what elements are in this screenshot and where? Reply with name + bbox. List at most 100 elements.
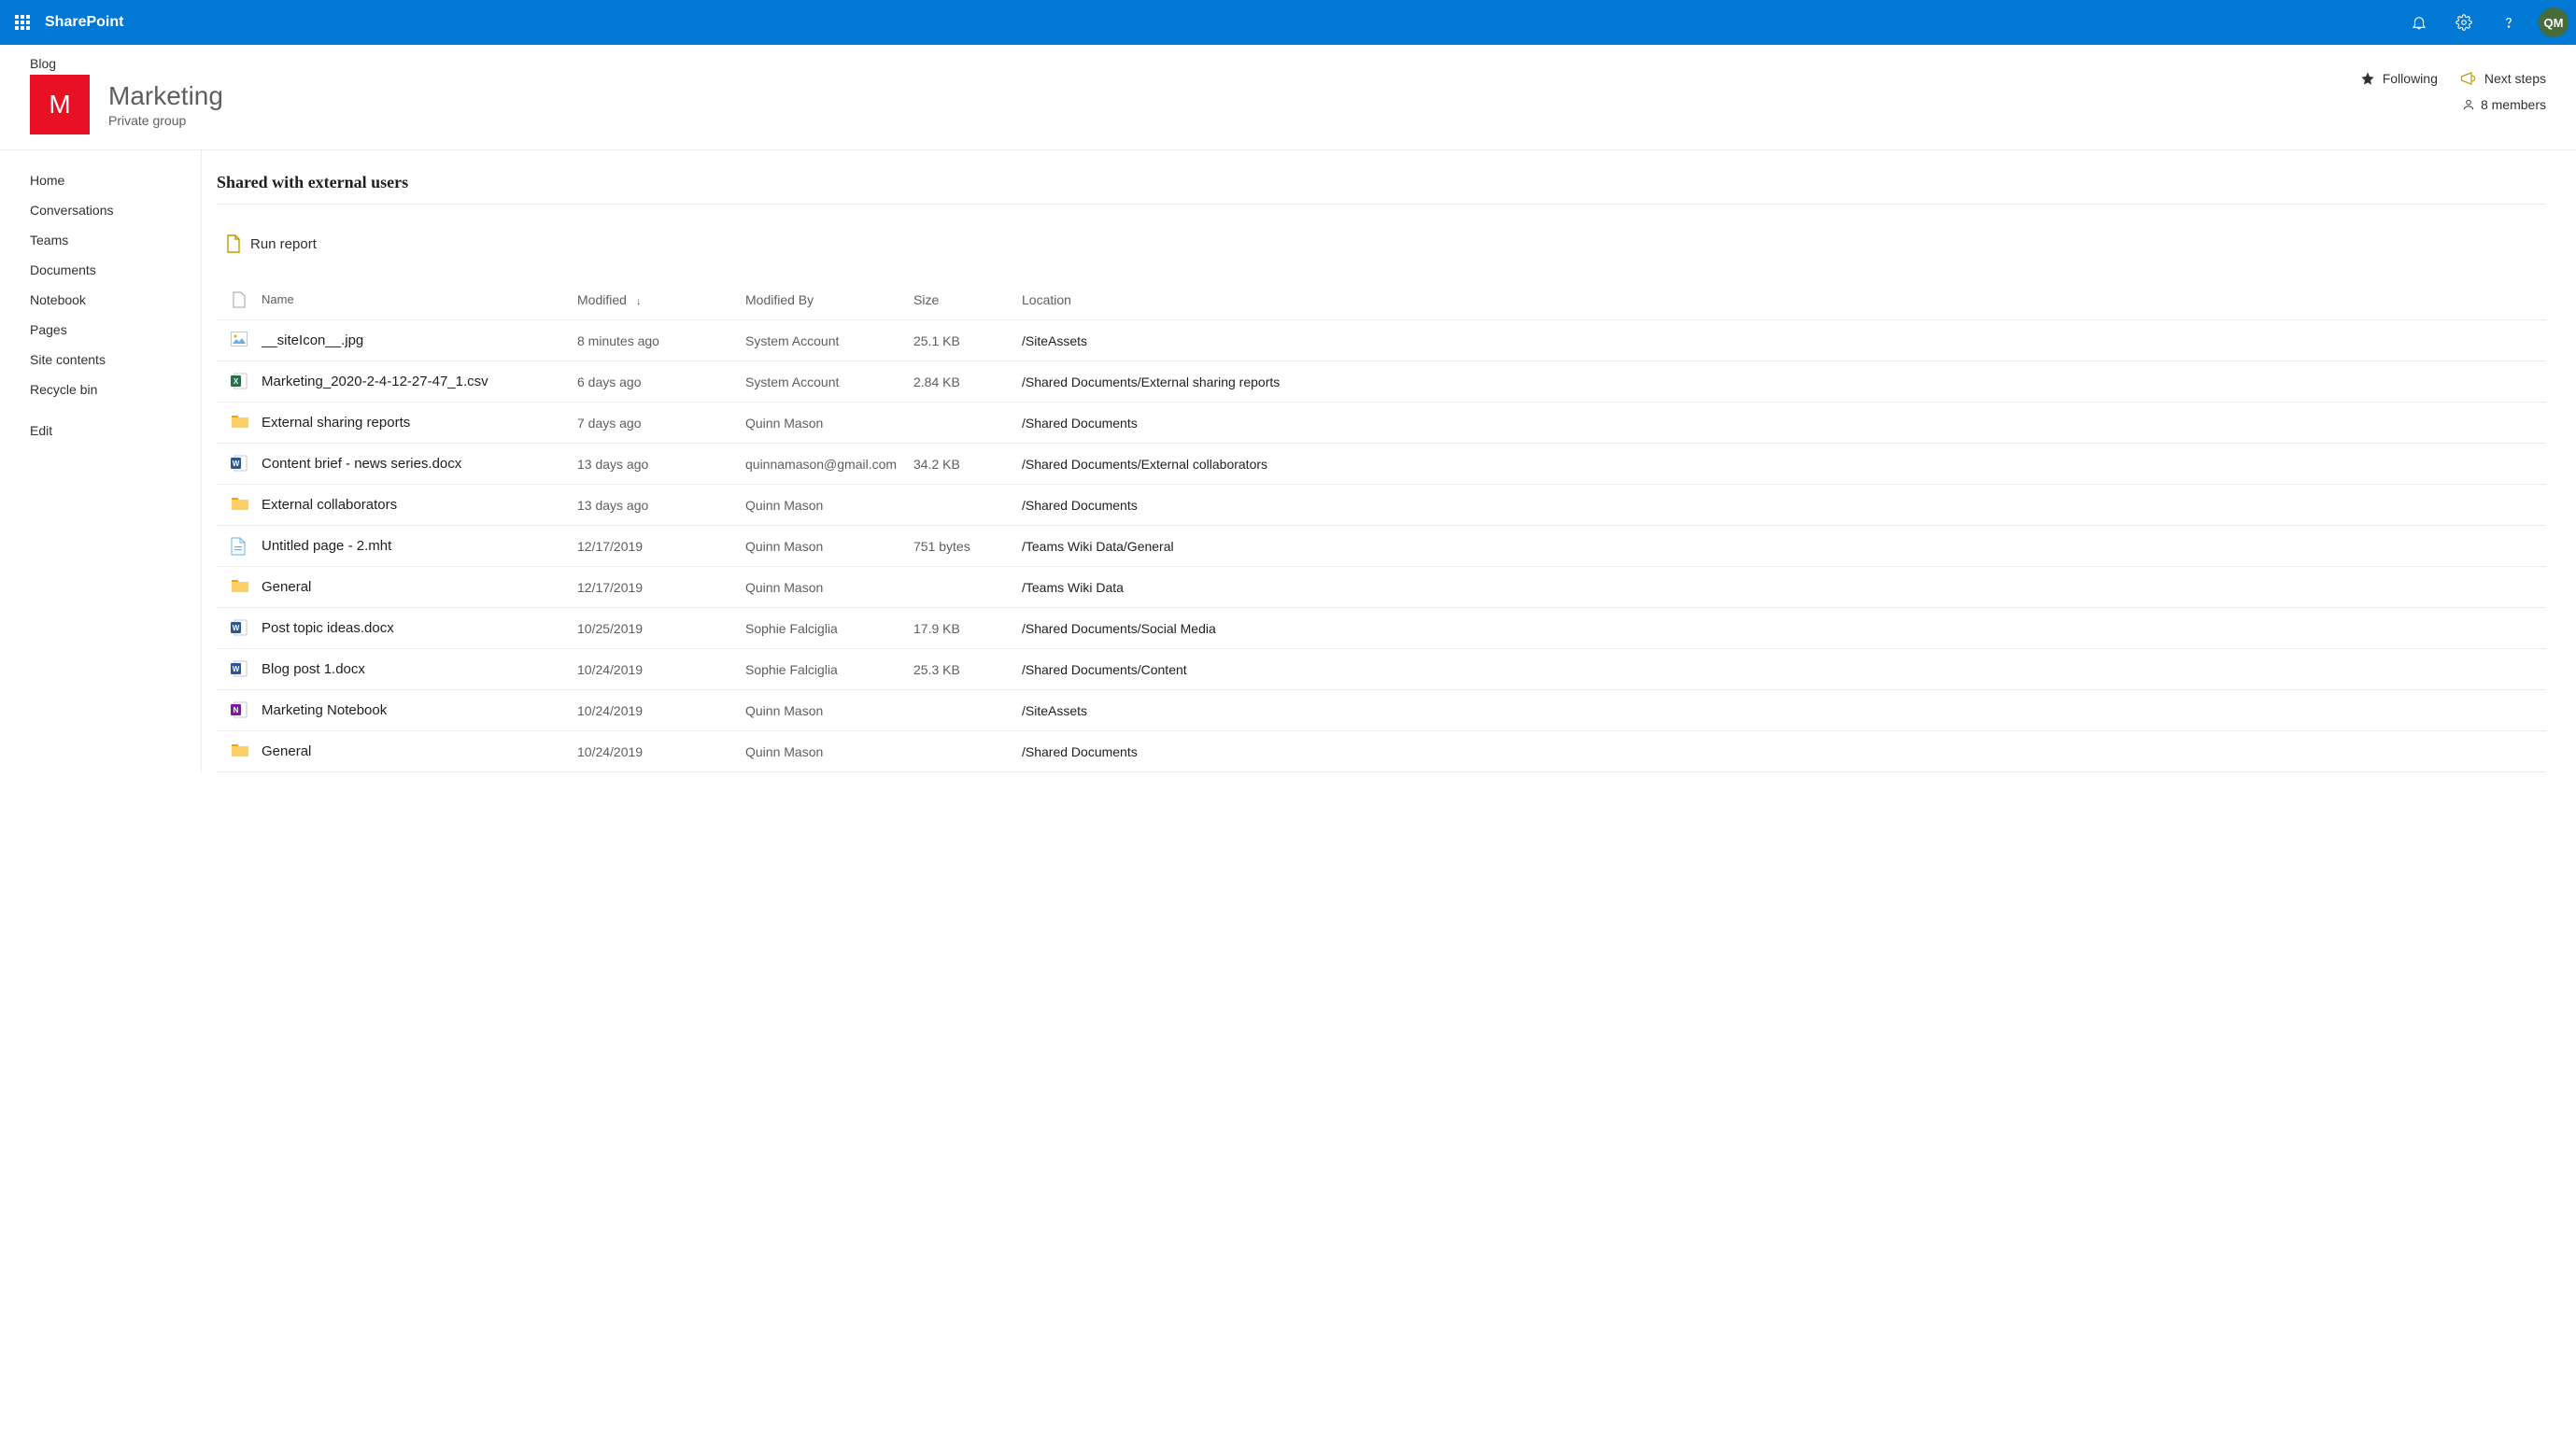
help-icon[interactable] bbox=[2490, 4, 2527, 41]
cell-modified-by[interactable]: Sophie Falciglia bbox=[745, 621, 913, 636]
left-nav-item[interactable]: Notebook bbox=[0, 285, 201, 315]
cell-modified: 7 days ago bbox=[577, 416, 745, 431]
cell-name[interactable]: Content brief - news series.docx bbox=[262, 456, 577, 472]
cell-location[interactable]: /Shared Documents bbox=[1022, 744, 2546, 759]
cell-size: 25.1 KB bbox=[913, 333, 1022, 348]
cell-name[interactable]: External sharing reports bbox=[262, 415, 577, 431]
cell-name[interactable]: External collaborators bbox=[262, 497, 577, 513]
next-steps-label: Next steps bbox=[2484, 71, 2546, 86]
person-icon bbox=[2462, 98, 2475, 111]
mht-icon bbox=[217, 537, 262, 556]
cell-location[interactable]: /SiteAssets bbox=[1022, 333, 2546, 348]
cell-modified: 6 days ago bbox=[577, 375, 745, 389]
table-row[interactable]: External collaborators13 days agoQuinn M… bbox=[217, 485, 2546, 526]
cell-modified-by[interactable]: Sophie Falciglia bbox=[745, 662, 913, 677]
app-launcher-icon[interactable] bbox=[7, 7, 37, 37]
onenote-icon: N bbox=[217, 701, 262, 720]
column-header-name[interactable]: Name bbox=[262, 292, 577, 306]
cell-modified-by[interactable]: Quinn Mason bbox=[745, 580, 913, 595]
cell-modified-by[interactable]: quinnamason@gmail.com bbox=[745, 457, 913, 472]
settings-icon[interactable] bbox=[2445, 4, 2483, 41]
cell-modified: 12/17/2019 bbox=[577, 580, 745, 595]
column-header-modified-label: Modified bbox=[577, 292, 627, 307]
star-icon bbox=[2360, 71, 2375, 86]
left-nav-edit[interactable]: Edit bbox=[0, 416, 201, 445]
folder-icon bbox=[217, 414, 262, 432]
cell-name[interactable]: General bbox=[262, 743, 577, 759]
cell-size: 751 bytes bbox=[913, 539, 1022, 554]
column-header-modified[interactable]: Modified ↓ bbox=[577, 292, 745, 307]
svg-text:W: W bbox=[233, 624, 240, 632]
cell-name[interactable]: Post topic ideas.docx bbox=[262, 620, 577, 636]
run-report-button[interactable]: Run report bbox=[226, 234, 317, 253]
cell-name[interactable]: Blog post 1.docx bbox=[262, 661, 577, 677]
folder-icon bbox=[217, 578, 262, 597]
svg-text:W: W bbox=[233, 459, 240, 468]
cell-size: 2.84 KB bbox=[913, 375, 1022, 389]
cell-location[interactable]: /Shared Documents/Content bbox=[1022, 662, 2546, 677]
cell-modified-by[interactable]: System Account bbox=[745, 333, 913, 348]
cell-name[interactable]: Marketing_2020-2-4-12-27-47_1.csv bbox=[262, 374, 577, 389]
table-row[interactable]: W Post topic ideas.docx10/25/2019Sophie F… bbox=[217, 608, 2546, 649]
cell-modified-by[interactable]: Quinn Mason bbox=[745, 539, 913, 554]
table-row[interactable]: N Marketing Notebook10/24/2019Quinn Mason… bbox=[217, 690, 2546, 731]
cell-name[interactable]: __siteIcon__.jpg bbox=[262, 332, 577, 348]
word-icon: W bbox=[217, 660, 262, 679]
cell-location[interactable]: /Shared Documents/External collaborators bbox=[1022, 457, 2546, 472]
file-table: Name Modified ↓ Modified By Size Locatio… bbox=[217, 279, 2546, 772]
following-button[interactable]: Following bbox=[2360, 71, 2438, 86]
members-link[interactable]: 8 members bbox=[2462, 97, 2546, 112]
breadcrumb[interactable]: Blog bbox=[30, 56, 2360, 71]
left-nav-item[interactable]: Conversations bbox=[0, 195, 201, 225]
svg-text:N: N bbox=[234, 706, 239, 714]
table-row[interactable]: External sharing reports7 days agoQuinn … bbox=[217, 403, 2546, 444]
left-nav-item[interactable]: Recycle bin bbox=[0, 375, 201, 404]
left-nav-item[interactable]: Teams bbox=[0, 225, 201, 255]
cell-size: 34.2 KB bbox=[913, 457, 1022, 472]
cell-location[interactable]: /Shared Documents/External sharing repor… bbox=[1022, 375, 2546, 389]
cell-modified-by[interactable]: Quinn Mason bbox=[745, 744, 913, 759]
table-row[interactable]: General10/24/2019Quinn Mason/Shared Docu… bbox=[217, 731, 2546, 772]
column-header-location[interactable]: Location bbox=[1022, 292, 2546, 307]
column-header-modified-by[interactable]: Modified By bbox=[745, 292, 913, 307]
cell-size: 25.3 KB bbox=[913, 662, 1022, 677]
cell-name[interactable]: General bbox=[262, 579, 577, 595]
cell-name[interactable]: Marketing Notebook bbox=[262, 702, 577, 718]
cell-name[interactable]: Untitled page - 2.mht bbox=[262, 538, 577, 554]
cell-location[interactable]: /Shared Documents bbox=[1022, 416, 2546, 431]
cell-location[interactable]: /Shared Documents/Social Media bbox=[1022, 621, 2546, 636]
left-nav-item[interactable]: Site contents bbox=[0, 345, 201, 375]
cell-modified-by[interactable]: Quinn Mason bbox=[745, 416, 913, 431]
left-nav-item[interactable]: Documents bbox=[0, 255, 201, 285]
cell-modified-by[interactable]: System Account bbox=[745, 375, 913, 389]
cell-modified-by[interactable]: Quinn Mason bbox=[745, 498, 913, 513]
left-nav-item[interactable]: Home bbox=[0, 165, 201, 195]
table-row[interactable]: General12/17/2019Quinn Mason/Teams Wiki … bbox=[217, 567, 2546, 608]
cell-modified: 10/24/2019 bbox=[577, 703, 745, 718]
site-logo: M bbox=[30, 75, 90, 134]
cell-modified: 10/25/2019 bbox=[577, 621, 745, 636]
table-row[interactable]: X Marketing_2020-2-4-12-27-47_1.csv6 days… bbox=[217, 361, 2546, 403]
notifications-icon[interactable] bbox=[2400, 4, 2438, 41]
site-subtitle: Private group bbox=[108, 113, 223, 128]
word-icon: W bbox=[217, 455, 262, 474]
cell-modified-by[interactable]: Quinn Mason bbox=[745, 703, 913, 718]
cell-location[interactable]: /Shared Documents bbox=[1022, 498, 2546, 513]
table-row[interactable]: __siteIcon__.jpg8 minutes agoSystem Acco… bbox=[217, 320, 2546, 361]
svg-text:X: X bbox=[234, 377, 239, 386]
table-row[interactable]: Untitled page - 2.mht12/17/2019Quinn Mas… bbox=[217, 526, 2546, 567]
cell-location[interactable]: /SiteAssets bbox=[1022, 703, 2546, 718]
cell-size: 17.9 KB bbox=[913, 621, 1022, 636]
column-header-size[interactable]: Size bbox=[913, 292, 1022, 307]
column-header-type[interactable] bbox=[217, 291, 262, 308]
cell-location[interactable]: /Teams Wiki Data bbox=[1022, 580, 2546, 595]
brand-label[interactable]: SharePoint bbox=[45, 14, 2400, 31]
cell-location[interactable]: /Teams Wiki Data/General bbox=[1022, 539, 2546, 554]
folder-icon bbox=[217, 742, 262, 761]
next-steps-button[interactable]: Next steps bbox=[2460, 71, 2546, 86]
left-nav-item[interactable]: Pages bbox=[0, 315, 201, 345]
avatar[interactable]: QM bbox=[2539, 7, 2569, 37]
run-report-label: Run report bbox=[250, 236, 317, 252]
table-row[interactable]: WBlog post 1.docx10/24/2019Sophie Falcig… bbox=[217, 649, 2546, 690]
table-row[interactable]: WContent brief - news series.docx13 days… bbox=[217, 444, 2546, 485]
